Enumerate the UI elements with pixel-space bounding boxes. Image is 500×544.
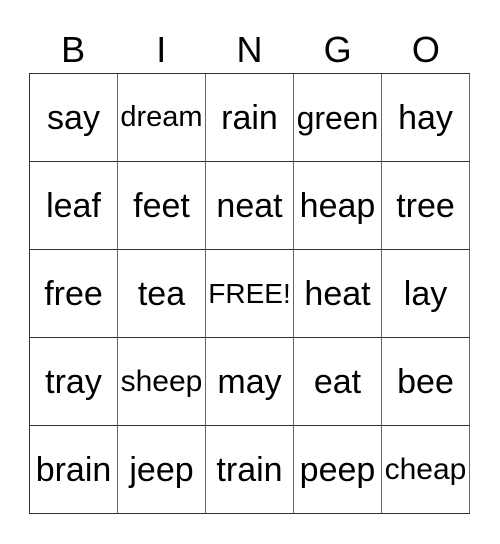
header-letter-g: G [323, 29, 352, 70]
cell-word: sheep [120, 364, 203, 398]
bingo-cell[interactable]: leaf [30, 162, 118, 250]
cell-word: tea [137, 274, 186, 313]
bingo-cell[interactable]: hay [382, 74, 470, 162]
header-letter-o: O [411, 29, 440, 70]
bingo-cell[interactable]: may [206, 338, 294, 426]
bingo-cell[interactable]: cheap [382, 426, 470, 514]
cell-word: tray [45, 362, 102, 401]
bingo-cell[interactable]: brain [30, 426, 118, 514]
free-space-label: FREE! [208, 277, 291, 309]
bingo-board: say dream rain green hay leaf feet neat … [29, 73, 470, 514]
header-letter-n: N [236, 29, 263, 70]
header-letter-b: B [61, 29, 86, 70]
bingo-header: B I N G O [29, 30, 470, 70]
bingo-cell[interactable]: tray [30, 338, 118, 426]
cell-word: neat [216, 186, 283, 225]
bingo-cell[interactable]: lay [382, 250, 470, 338]
cell-word: rain [221, 98, 278, 137]
bingo-cell[interactable]: say [30, 74, 118, 162]
bingo-cell[interactable]: bee [382, 338, 470, 426]
bingo-cell[interactable]: green [294, 74, 382, 162]
bingo-cell[interactable]: feet [118, 162, 206, 250]
header-letter-i: I [156, 29, 167, 70]
cell-word: say [47, 98, 100, 137]
bingo-cell[interactable]: train [206, 426, 294, 514]
bingo-cell[interactable]: dream [118, 74, 206, 162]
bingo-cell[interactable]: eat [294, 338, 382, 426]
bingo-cell[interactable]: tree [382, 162, 470, 250]
cell-word: heat [304, 274, 371, 313]
cell-word: tree [396, 186, 455, 225]
bingo-cell[interactable]: rain [206, 74, 294, 162]
free-space-cell[interactable]: FREE! [206, 250, 294, 338]
cell-word: bee [397, 362, 454, 401]
bingo-cell[interactable]: peep [294, 426, 382, 514]
cell-word: green [296, 99, 379, 136]
cell-word: jeep [129, 450, 194, 489]
bingo-cell[interactable]: sheep [118, 338, 206, 426]
cell-word: heap [299, 186, 376, 225]
cell-word: free [44, 274, 103, 313]
bingo-cell[interactable]: free [30, 250, 118, 338]
cell-word: cheap [384, 452, 467, 486]
cell-word: may [217, 362, 282, 401]
bingo-cell[interactable]: neat [206, 162, 294, 250]
cell-word: hay [398, 98, 453, 137]
bingo-cell[interactable]: heat [294, 250, 382, 338]
bingo-cell[interactable]: jeep [118, 426, 206, 514]
cell-word: peep [299, 450, 376, 489]
bingo-cell[interactable]: tea [118, 250, 206, 338]
cell-word: lay [403, 274, 448, 313]
cell-word: train [216, 450, 283, 489]
cell-word: brain [35, 450, 112, 489]
bingo-cell[interactable]: heap [294, 162, 382, 250]
cell-word: dream [120, 101, 203, 133]
cell-word: eat [313, 362, 362, 401]
cell-word: feet [133, 186, 190, 225]
cell-word: leaf [46, 186, 101, 225]
